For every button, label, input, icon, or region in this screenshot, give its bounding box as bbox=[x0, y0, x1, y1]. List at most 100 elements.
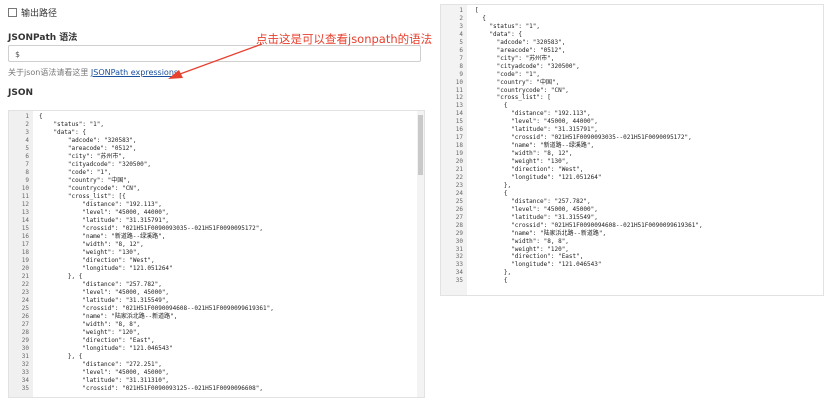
code-text: { bbox=[39, 113, 43, 120]
line-number: 32 bbox=[21, 361, 29, 368]
jsonpath-expressions-link[interactable]: JSONPath expressions bbox=[91, 68, 178, 77]
code-text: "areacode": "0512", bbox=[475, 46, 566, 54]
code-text: }, { bbox=[39, 353, 83, 360]
code-text: "longitude": "121.051264" bbox=[39, 265, 173, 272]
code-text: "latitude": "31.315791", bbox=[475, 126, 598, 134]
annotation-text: 点击这是可以查看jsonpath的语法 bbox=[256, 32, 433, 46]
code-text: { bbox=[475, 14, 486, 22]
line-number: 6 bbox=[25, 153, 29, 160]
line-number: 11 bbox=[455, 86, 463, 94]
line-number: 31 bbox=[455, 245, 463, 253]
code-text: "level": "45000, 45000", bbox=[39, 289, 170, 296]
code-text: "weight": "120", bbox=[39, 329, 141, 336]
line-number: 18 bbox=[455, 142, 463, 150]
line-number: 25 bbox=[455, 197, 463, 205]
code-text: "direction": "East", bbox=[475, 253, 584, 261]
line-number: 18 bbox=[21, 249, 29, 256]
line-number: 26 bbox=[21, 313, 29, 320]
code-text: "level": "45000, 44000", bbox=[39, 209, 170, 216]
line-number: 26 bbox=[455, 205, 463, 213]
code-text: "weight": "120", bbox=[475, 245, 569, 253]
line-number: 23 bbox=[21, 289, 29, 296]
line-number: 35 bbox=[21, 385, 29, 392]
code-text: "code": "1", bbox=[475, 70, 541, 78]
code-text: "name": "陆家浜北路--新道路", bbox=[39, 313, 178, 320]
line-number: 7 bbox=[25, 161, 29, 168]
line-number: 9 bbox=[459, 70, 463, 78]
code-text: }, bbox=[475, 269, 512, 277]
code-text: "countrycode": "CN", bbox=[475, 86, 569, 94]
json-input-editor[interactable]: 1 {2 "status": "1", 3 "data": {4 "adcode":… bbox=[8, 110, 425, 398]
line-number: 34 bbox=[455, 269, 463, 277]
line-number: 27 bbox=[455, 213, 463, 221]
code-text: "status": "1", bbox=[39, 121, 105, 128]
code-text: "latitude": "31.315791", bbox=[39, 217, 170, 224]
code-text: "crossid": "021H51F0090093035--021H51F00… bbox=[39, 225, 263, 232]
code-text: "crossid": "021H51F0090094608--021H51F00… bbox=[475, 221, 703, 229]
json-section-title: JSON bbox=[8, 88, 34, 98]
code-text: "level": "45000, 45000", bbox=[39, 369, 170, 376]
code-text: "crossid": "021H51F0090094608--021H51F00… bbox=[39, 305, 274, 312]
json-output-viewer: 1 [2 {3 "status": "1", 4 "data": {5 "adcod… bbox=[440, 4, 824, 296]
code-text: "distance": "192.113", bbox=[475, 110, 591, 118]
scrollbar-thumb[interactable] bbox=[418, 115, 423, 175]
line-number: 2 bbox=[459, 14, 463, 22]
line-number: 10 bbox=[455, 78, 463, 86]
code-text: "level": "45000, 44000", bbox=[475, 118, 598, 126]
line-number: 15 bbox=[21, 225, 29, 232]
line-number: 6 bbox=[459, 46, 463, 54]
line-number: 33 bbox=[455, 261, 463, 269]
code-text: "cityadcode": "320500", bbox=[39, 161, 151, 168]
output-path-option[interactable]: 输出路径 bbox=[8, 6, 57, 19]
code-text: [ bbox=[475, 7, 479, 14]
help-row: 关于json语法请看这里 JSONPath expressions bbox=[8, 67, 178, 78]
line-number: 28 bbox=[455, 221, 463, 229]
editor-scrollbar[interactable] bbox=[417, 111, 424, 397]
line-number: 35 bbox=[455, 277, 463, 285]
code-text: "data": { bbox=[475, 30, 522, 38]
code-text: "latitude": "31.311310", bbox=[39, 377, 170, 384]
line-number: 20 bbox=[455, 158, 463, 166]
line-number: 14 bbox=[21, 217, 29, 224]
line-number: 12 bbox=[455, 94, 463, 102]
line-number: 5 bbox=[25, 145, 29, 152]
line-number: 17 bbox=[455, 134, 463, 142]
line-number: 13 bbox=[455, 102, 463, 110]
code-text: "latitude": "31.315549", bbox=[475, 213, 598, 221]
code-text: "code": "1", bbox=[39, 169, 112, 176]
code-text: "cityadcode": "320500", bbox=[475, 62, 580, 70]
output-path-label: 输出路径 bbox=[21, 9, 58, 19]
code-text: "longitude": "121.051264" bbox=[475, 173, 602, 181]
jsonpath-section-title: JSONPath 语法 bbox=[8, 33, 78, 43]
code-text: "crossid": "021H51F0090093125--021H51F00… bbox=[39, 385, 263, 392]
code-text: "name": "新道路--绿溪路", bbox=[475, 142, 595, 150]
code-text: "longitude": "121.046543" bbox=[475, 261, 602, 269]
line-number: 8 bbox=[25, 169, 29, 176]
line-number: 33 bbox=[21, 369, 29, 376]
line-number: 10 bbox=[21, 185, 29, 192]
line-number: 20 bbox=[21, 265, 29, 272]
code-text: "latitude": "31.315549", bbox=[39, 297, 170, 304]
line-number: 22 bbox=[455, 173, 463, 181]
line-number: 8 bbox=[459, 62, 463, 70]
line-number: 29 bbox=[21, 337, 29, 344]
code-text: "adcode": "320583", bbox=[39, 137, 137, 144]
code-text: "country": "中国", bbox=[39, 177, 131, 184]
code-text: "adcode": "320583", bbox=[475, 38, 566, 46]
line-number: 32 bbox=[455, 253, 463, 261]
line-number: 25 bbox=[21, 305, 29, 312]
line-number: 24 bbox=[21, 297, 29, 304]
code-text: "width": "8, 8", bbox=[475, 237, 569, 245]
line-number: 1 bbox=[459, 7, 463, 14]
output-path-checkbox[interactable] bbox=[8, 8, 17, 17]
code-text: }, { bbox=[39, 273, 83, 280]
code-text: "city": "苏州市", bbox=[475, 54, 555, 62]
line-number: 11 bbox=[21, 193, 29, 200]
code-text: "direction": "West", bbox=[475, 166, 584, 173]
jsonpath-input[interactable]: $ bbox=[8, 45, 421, 62]
line-number: 16 bbox=[455, 126, 463, 134]
code-text: "longitude": "121.046543" bbox=[39, 345, 173, 352]
code-text: "countrycode": "CN", bbox=[39, 185, 141, 192]
code-text: { bbox=[475, 102, 508, 110]
code-text: "distance": "257.782", bbox=[475, 197, 591, 205]
